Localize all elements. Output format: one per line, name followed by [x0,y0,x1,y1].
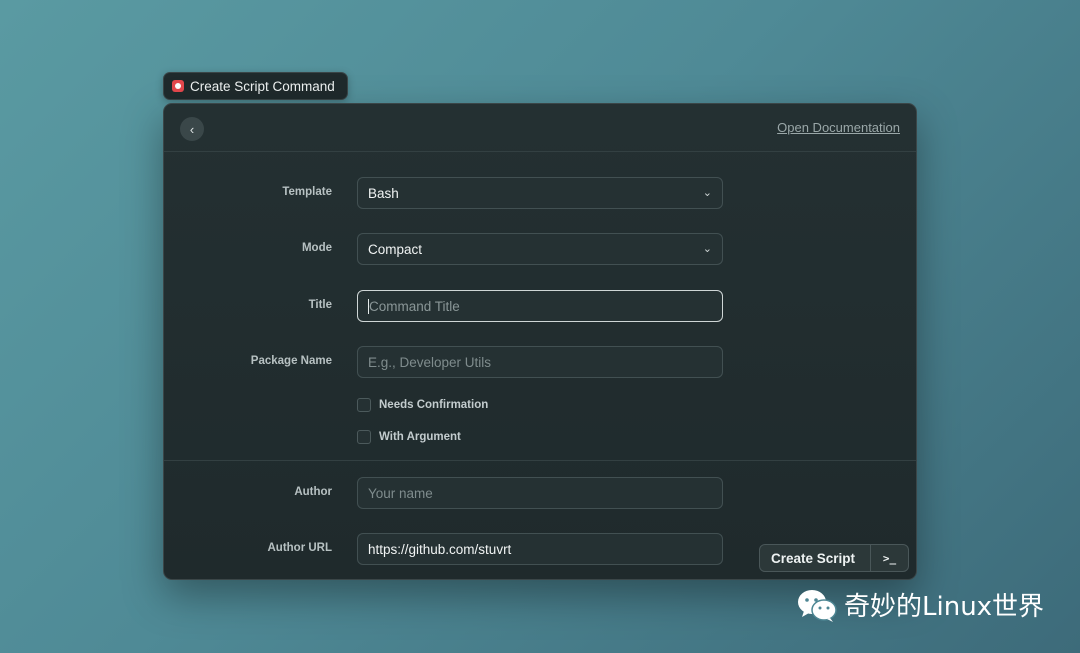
template-select[interactable]: Bash ⌄ [357,177,723,209]
author-label: Author [294,486,332,498]
author-url-value: https://github.com/stuvrt [368,541,512,557]
template-label: Template [282,186,332,198]
title-label: Title [308,299,332,311]
author-input[interactable]: Your name [357,477,723,509]
mode-value: Compact [368,241,423,257]
package-name-placeholder: E.g., Developer Utils [368,354,492,370]
create-script-window: ‹ Open Documentation Template Bash ⌄ Mod… [163,103,917,580]
title-placeholder: Command Title [369,298,460,314]
title-row: Title Command Title [164,290,916,322]
window-title: Create Script Command [190,78,335,94]
watermark-text: 奇妙的Linux世界 [844,592,1045,622]
chevron-left-icon: ‹ [189,121,195,137]
back-button[interactable]: ‹ [180,117,204,141]
mode-label: Mode [301,242,332,254]
checkbox-box[interactable] [357,398,371,412]
author-placeholder: Your name [368,485,433,501]
chevron-down-icon: ⌄ [702,243,712,255]
terminal-shortcut-icon[interactable]: >_ [871,552,908,565]
window-title-pill: Create Script Command [163,72,348,100]
app-icon [172,80,184,92]
mode-select[interactable]: Compact ⌄ [357,233,723,265]
window-header: ‹ Open Documentation [164,104,916,152]
needs-confirmation-checkbox[interactable]: Needs Confirmation [357,397,488,413]
template-value: Bash [368,185,399,201]
watermark: 奇妙的Linux世界 [796,586,1044,623]
package-name-label: Package Name [250,355,332,367]
author-row: Author Your name [164,477,916,509]
needs-confirmation-label: Needs Confirmation [379,399,489,411]
chevron-down-icon: ⌄ [702,187,712,199]
checkbox-box[interactable] [357,430,371,444]
create-script-button[interactable]: Create Script >_ [759,544,909,572]
author-url-label: Author URL [267,542,332,554]
package-name-input[interactable]: E.g., Developer Utils [357,346,723,378]
mode-row: Mode Compact ⌄ [164,233,916,265]
open-documentation-link[interactable]: Open Documentation [777,120,900,135]
template-row: Template Bash ⌄ [164,177,916,209]
section-divider [164,460,916,461]
author-url-input[interactable]: https://github.com/stuvrt [357,533,723,565]
create-script-label: Create Script [771,550,856,566]
with-argument-checkbox[interactable]: With Argument [357,429,461,445]
wechat-icon [798,589,837,622]
package-name-row: Package Name E.g., Developer Utils [164,346,916,378]
title-input[interactable]: Command Title [357,290,723,322]
with-argument-label: With Argument [379,431,461,443]
